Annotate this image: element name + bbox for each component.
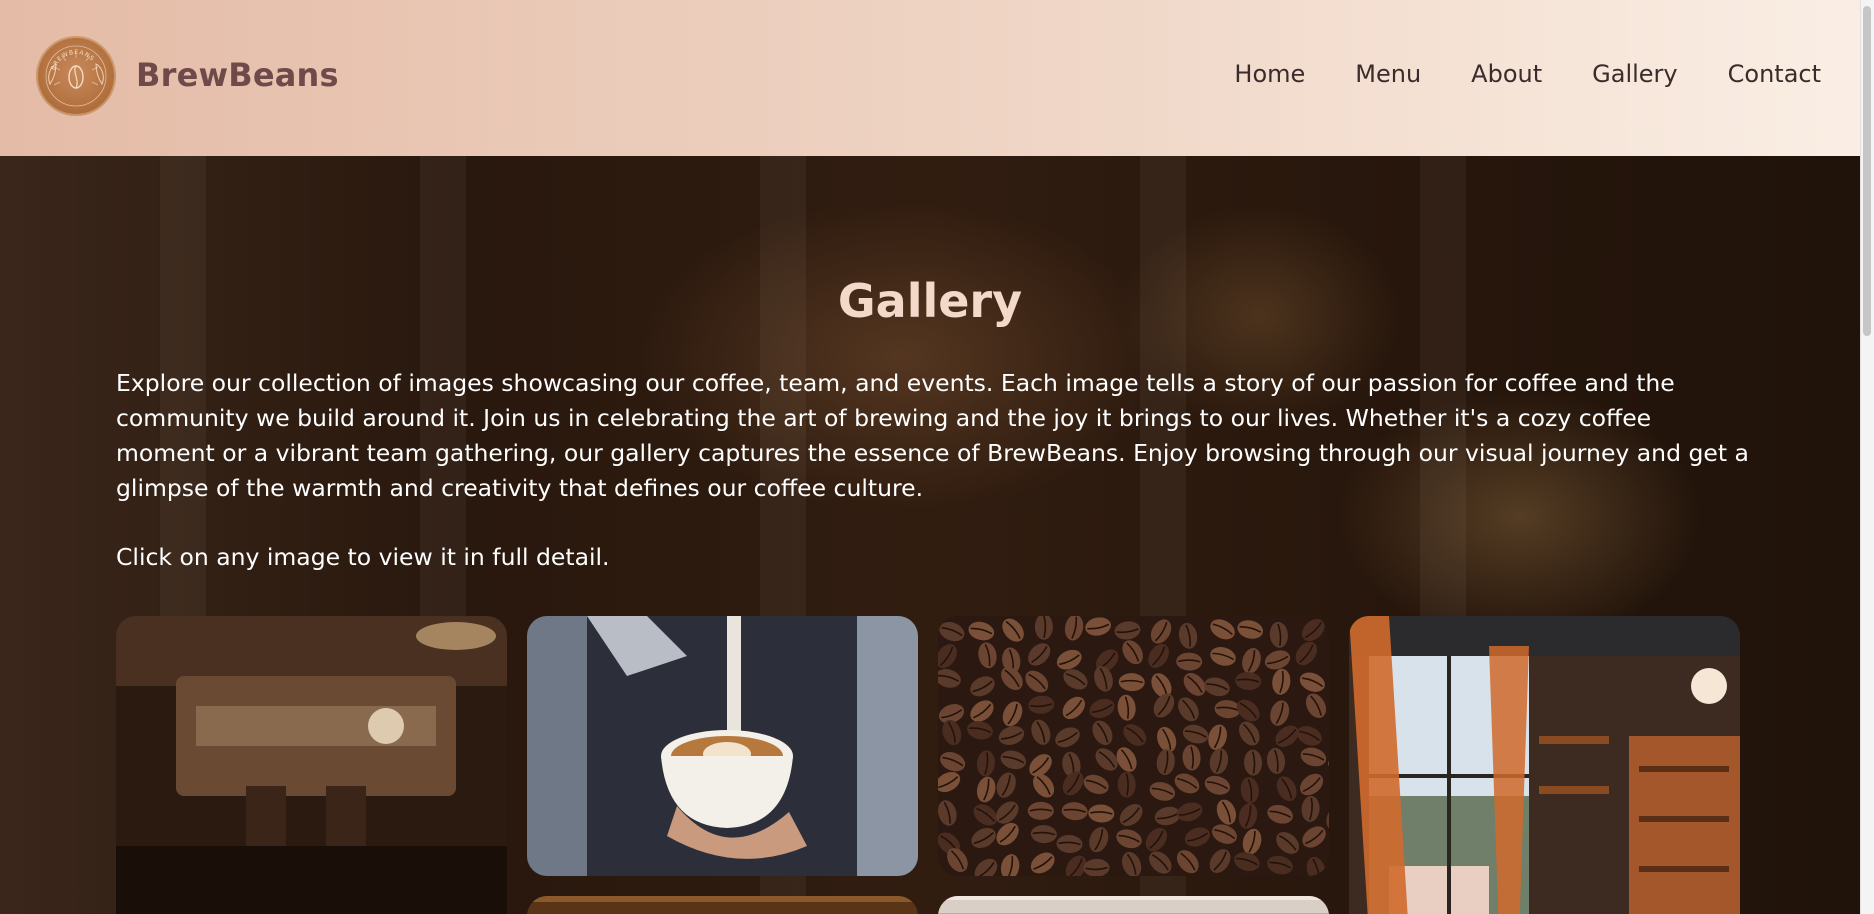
page-title: Gallery [837,274,1023,328]
brewbeans-logo[interactable]: BREWBEANS [36,36,116,116]
gallery-section: Gallery Explore our collection of images… [0,156,1860,914]
nav-contact[interactable]: Contact [1728,60,1821,88]
coffee-bean-logo-icon: BREWBEANS [45,45,107,107]
main-nav: Home Menu About Gallery Contact [1234,60,1821,88]
scrollbar-thumb[interactable] [1863,6,1871,336]
gallery-image-brick-wall[interactable] [938,896,1329,914]
nav-gallery[interactable]: Gallery [1592,60,1677,88]
gallery-hint: Click on any image to view it in full de… [116,543,610,571]
gallery-image-cafe-interior[interactable] [1349,616,1740,914]
gallery-image-espresso-machine[interactable] [116,616,507,914]
gallery-image-wood-table[interactable] [527,896,918,914]
site-header: BREWBEANS BrewBeans Home Menu About Gall… [0,0,1860,156]
gallery-intro: Explore our collection of images showcas… [116,369,1749,502]
gallery-image-coffee-beans[interactable] [938,616,1329,876]
nav-menu[interactable]: Menu [1355,60,1421,88]
page-scrollbar[interactable] [1860,0,1874,914]
nav-about[interactable]: About [1471,60,1542,88]
brand-name[interactable]: BrewBeans [136,56,339,94]
gallery-image-latte-art[interactable] [527,616,918,876]
nav-home[interactable]: Home [1234,60,1305,88]
